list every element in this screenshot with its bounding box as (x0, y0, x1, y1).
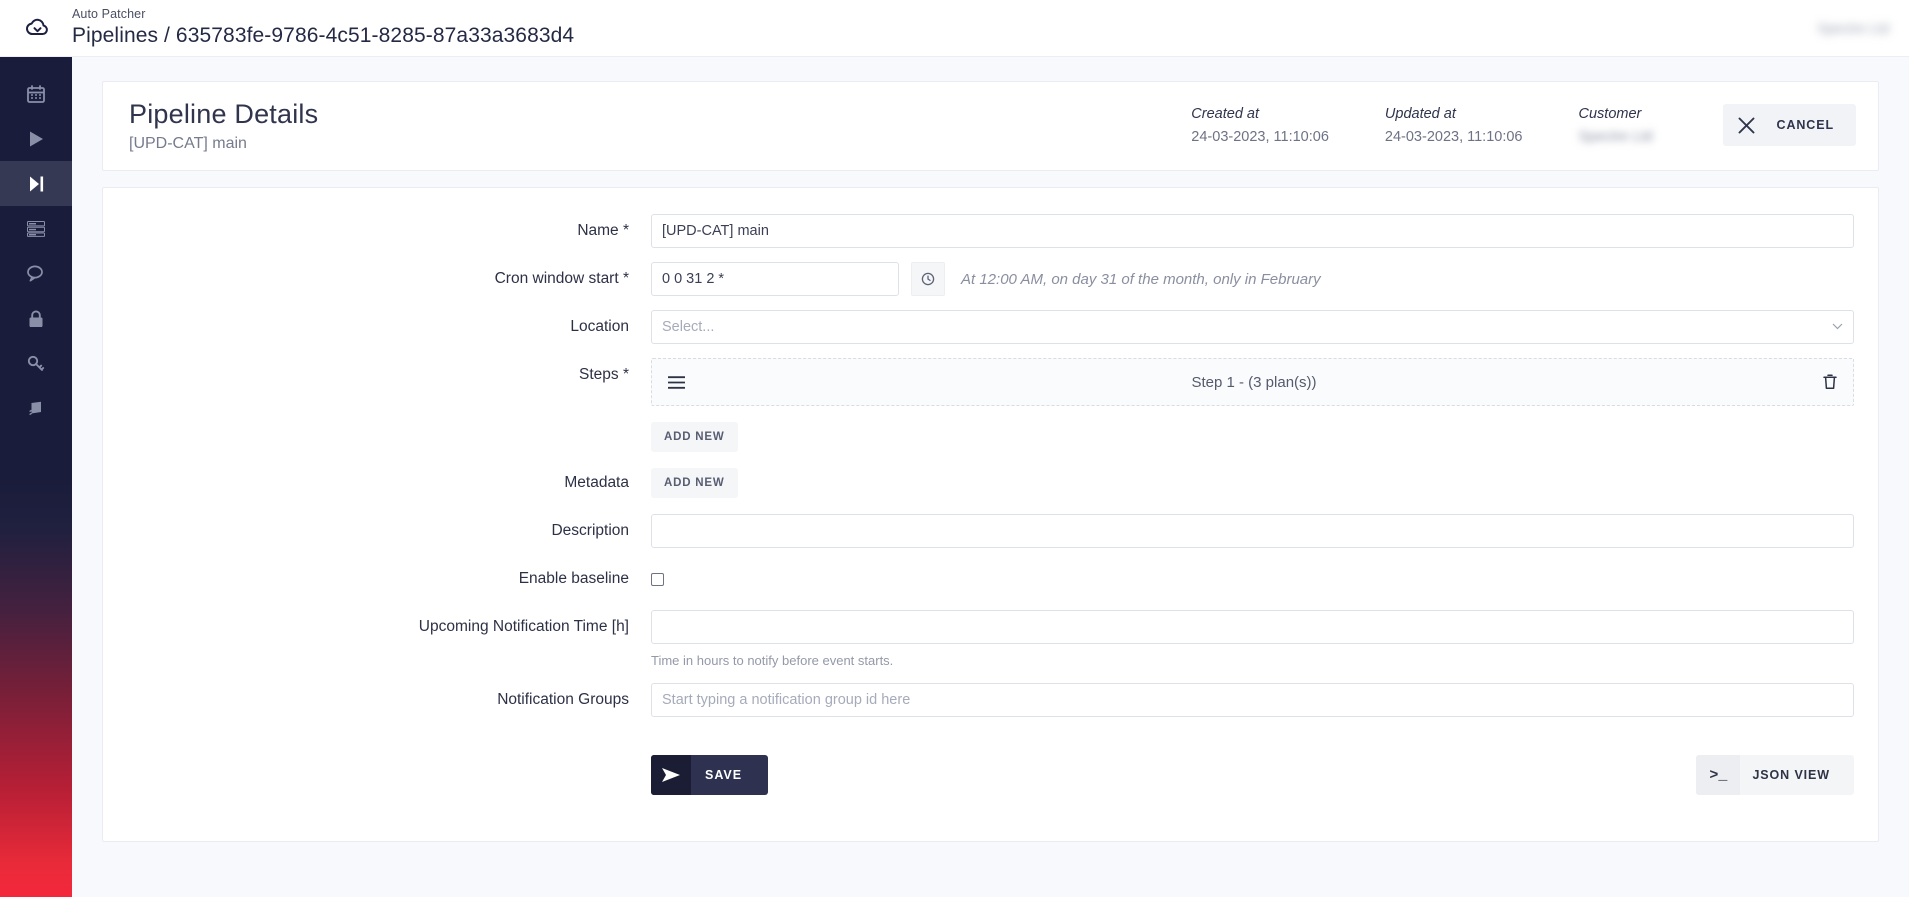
created-at-label: Created at (1191, 106, 1260, 122)
notification-time-control: Time in hours to notify before event sta… (651, 610, 1854, 668)
pipeline-icon (28, 175, 45, 193)
form-row-metadata: Metadata ADD NEW (103, 466, 1854, 500)
step-title: Step 1 - (3 plan(s)) (1191, 373, 1317, 391)
app-name: Auto Patcher (72, 7, 146, 21)
brand-logo-icon[interactable] (0, 0, 72, 57)
play-icon (28, 130, 45, 148)
metadata-add-new-button[interactable]: ADD NEW (651, 468, 738, 498)
topbar-right: Spectre Ltd (1817, 20, 1889, 36)
breadcrumb-title: Pipelines / 635783fe-9786-4c51-8285-87a3… (72, 24, 575, 47)
form-row-cron: Cron window start * At 12:00 AM, on day … (103, 262, 1854, 296)
sidebar-item-pipelines[interactable] (0, 161, 72, 206)
cron-input[interactable] (651, 262, 899, 296)
location-select-placeholder: Select... (662, 319, 715, 335)
enable-baseline-checkbox[interactable] (651, 573, 664, 586)
location-control: Select... (651, 310, 1854, 344)
json-view-button-label: JSON VIEW (1752, 768, 1830, 782)
enable-baseline-control (651, 562, 1854, 586)
customer-value: Spectre Ltd (1578, 129, 1653, 145)
save-button-label: SAVE (705, 768, 743, 782)
created-at-value: 24-03-2023, 11:10:06 (1191, 129, 1329, 145)
name-label: Name * (577, 222, 629, 239)
notification-groups-label: Notification Groups (497, 691, 629, 708)
sidebar-item-docs[interactable] (0, 386, 72, 431)
form-row-notification-time: Upcoming Notification Time [h] Time in h… (103, 610, 1854, 668)
key-icon (27, 355, 45, 373)
steps-control: Step 1 - (3 plan(s)) ADD NEW (651, 358, 1854, 452)
meta-customer: Customer Spectre Ltd (1579, 104, 1689, 148)
customer-label: Customer (1578, 106, 1642, 122)
form-footer: SAVE >_ JSON VIEW (103, 755, 1854, 795)
title-block: Pipeline Details [UPD-CAT] main (129, 98, 318, 155)
enable-baseline-label: Enable baseline (518, 570, 629, 587)
chevron-down-icon (1832, 322, 1843, 333)
main-content: Pipeline Details [UPD-CAT] main Created … (72, 57, 1909, 897)
page-title: Pipeline Details (129, 98, 319, 129)
send-icon (651, 755, 691, 795)
location-label: Location (570, 318, 629, 335)
description-input[interactable] (651, 514, 1854, 548)
sidebar-item-schedule[interactable] (0, 71, 72, 116)
json-view-button[interactable]: >_ JSON VIEW (1696, 755, 1854, 795)
form-row-enable-baseline: Enable baseline (103, 562, 1854, 596)
top-bar: Auto Patcher Pipelines / 635783fe-9786-4… (0, 0, 1909, 57)
drag-handle-icon[interactable] (668, 375, 685, 389)
description-control (651, 514, 1854, 548)
location-select[interactable]: Select... (651, 310, 1854, 344)
updated-at-label: Updated at (1384, 106, 1456, 122)
meta-updated: Updated at 24-03-2023, 11:10:06 (1385, 104, 1523, 148)
account-name[interactable]: Spectre Ltd (1817, 20, 1889, 36)
sidebar-item-servers[interactable] (0, 206, 72, 251)
book-icon (28, 400, 45, 417)
sidebar-item-security[interactable] (0, 296, 72, 341)
breadcrumb: Auto Patcher Pipelines / 635783fe-9786-4… (72, 7, 574, 49)
cron-label: Cron window start * (494, 270, 629, 287)
pipeline-form-card: Name * Cron window start * At 12:00 AM, … (102, 187, 1879, 842)
chat-icon (26, 265, 46, 282)
form-row-location: Location Select... (103, 310, 1854, 344)
meta-created: Created at 24-03-2023, 11:10:06 (1191, 104, 1329, 148)
calendar-icon (27, 84, 45, 103)
notification-time-label: Upcoming Notification Time [h] (418, 618, 629, 635)
steps-label: Steps * (579, 366, 629, 383)
sidebar (0, 57, 72, 897)
notification-time-input[interactable] (651, 610, 1854, 644)
metadata-label: Metadata (564, 474, 629, 491)
step-row[interactable]: Step 1 - (3 plan(s)) (651, 358, 1854, 406)
trash-icon[interactable] (1823, 374, 1837, 390)
metadata-control: ADD NEW (651, 466, 1854, 498)
form-row-name: Name * (103, 214, 1854, 248)
save-button[interactable]: SAVE (651, 755, 769, 795)
sidebar-item-runs[interactable] (0, 116, 72, 161)
name-input[interactable] (651, 214, 1854, 248)
cancel-button[interactable]: CANCEL (1722, 104, 1856, 146)
sidebar-item-credentials[interactable] (0, 341, 72, 386)
pipeline-header-card: Pipeline Details [UPD-CAT] main Created … (102, 81, 1879, 171)
updated-at-value: 24-03-2023, 11:10:06 (1384, 129, 1523, 145)
lock-icon (28, 309, 44, 328)
sidebar-item-messages[interactable] (0, 251, 72, 296)
close-icon (1723, 104, 1771, 146)
clock-icon[interactable] (911, 262, 945, 296)
notification-groups-input[interactable] (651, 683, 1854, 717)
form-row-notification-groups: Notification Groups (103, 683, 1854, 717)
form-row-description: Description (103, 514, 1854, 548)
notification-time-helper: Time in hours to notify before event sta… (651, 653, 894, 668)
name-control (651, 214, 1854, 248)
cron-control: At 12:00 AM, on day 31 of the month, onl… (651, 262, 1854, 296)
cancel-button-label: CANCEL (1776, 118, 1834, 132)
form-row-steps: Steps * Step 1 - (3 plan(s)) ADD NEW (103, 358, 1854, 452)
page-subtitle: [UPD-CAT] main (129, 134, 247, 152)
terminal-icon: >_ (1696, 755, 1741, 795)
description-label: Description (551, 522, 629, 539)
cron-description: At 12:00 AM, on day 31 of the month, onl… (961, 270, 1321, 288)
server-icon (27, 220, 45, 237)
notification-groups-control (651, 683, 1854, 717)
meta-group: Created at 24-03-2023, 11:10:06 Updated … (1191, 104, 1856, 148)
steps-add-new-button[interactable]: ADD NEW (651, 422, 738, 452)
